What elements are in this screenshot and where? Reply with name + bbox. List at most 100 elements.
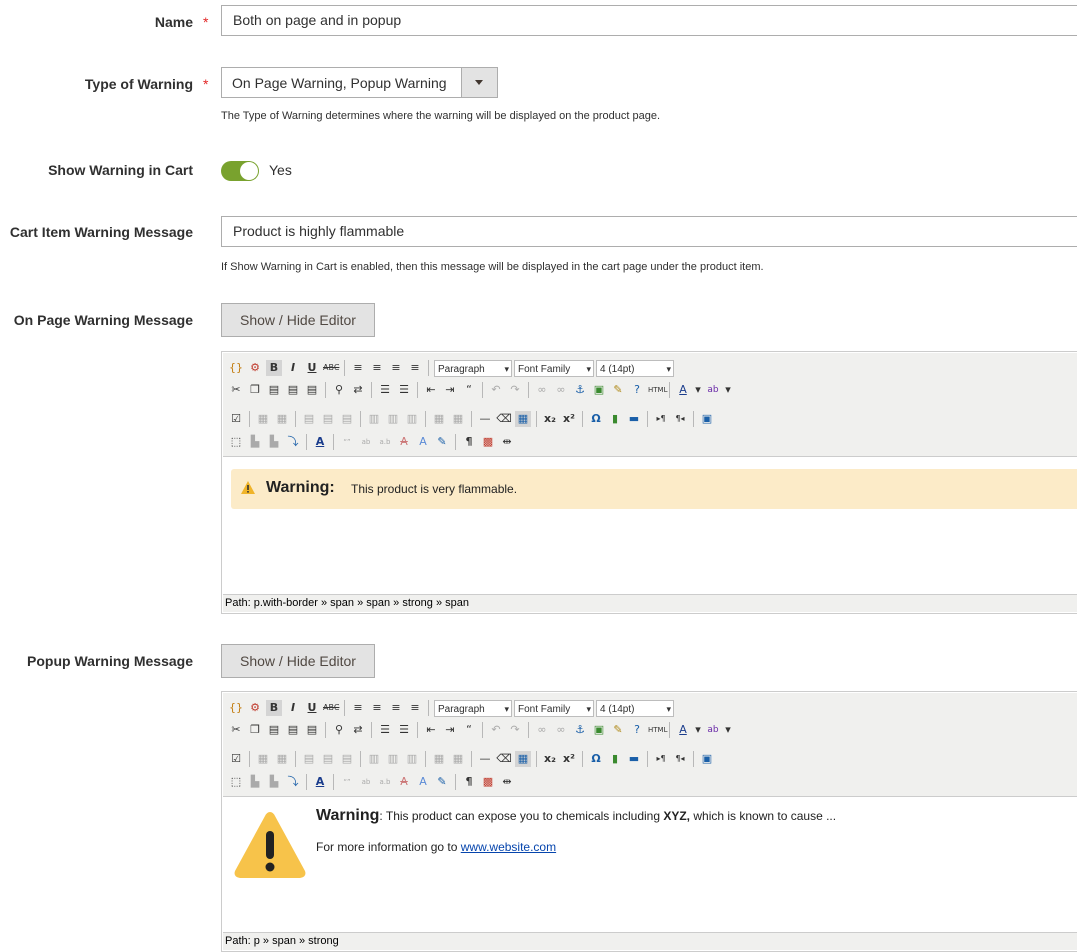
col-after-icon[interactable]: ▥ (385, 411, 401, 427)
font-size-select[interactable]: 4 (14pt) (596, 699, 674, 718)
pagebreak-icon[interactable]: ⇹ (499, 434, 515, 450)
table-icon[interactable]: ▦ (515, 411, 531, 427)
replace-icon[interactable]: ⇄ (350, 722, 366, 738)
pagebreak-icon[interactable]: ⇹ (499, 774, 515, 790)
copy-icon[interactable]: ❐ (247, 382, 263, 398)
show-blocks-icon[interactable]: ¶ (461, 774, 477, 790)
visual-aid-icon[interactable]: ☑ (228, 411, 244, 427)
copy-icon[interactable]: ❐ (247, 722, 263, 738)
show-blocks-icon[interactable]: ¶ (461, 434, 477, 450)
media-icon[interactable]: ▮ (607, 751, 623, 767)
bullet-list-icon[interactable]: ☰ (377, 382, 393, 398)
row-delete-icon[interactable]: ▤ (339, 411, 355, 427)
website-link[interactable]: www.website.com (461, 840, 556, 854)
font-family-select[interactable]: Font Family (514, 359, 594, 378)
template-icon[interactable]: ▩ (480, 774, 496, 790)
align-center-icon[interactable]: ≡ (369, 360, 385, 376)
horizontal-rule-icon[interactable]: — (477, 751, 493, 767)
split-cells-icon[interactable]: ▦ (450, 411, 466, 427)
outdent-icon[interactable]: ⇤ (423, 382, 439, 398)
subscript-icon[interactable]: x₂ (542, 751, 558, 767)
align-justify-icon[interactable]: ≡ (407, 700, 423, 716)
superscript-icon[interactable]: x² (561, 411, 577, 427)
paste-icon[interactable]: ▤ (266, 722, 282, 738)
widget-icon[interactable]: ⚙ (247, 700, 263, 716)
cite-icon[interactable]: “” (339, 774, 355, 790)
chevron-down-icon[interactable]: ▾ (724, 722, 732, 738)
cut-icon[interactable]: ✂ (228, 382, 244, 398)
ins-icon[interactable]: A (415, 774, 431, 790)
redo-icon[interactable]: ↷ (507, 722, 523, 738)
chevron-down-icon[interactable]: ▾ (694, 722, 702, 738)
cite-icon[interactable]: “” (339, 434, 355, 450)
fullscreen-icon[interactable]: ▣ (699, 751, 715, 767)
indent-icon[interactable]: ⇥ (442, 382, 458, 398)
row-insert-icon[interactable]: ▤ (301, 411, 317, 427)
anchor-icon[interactable]: ⚓ (572, 722, 588, 738)
col-after-icon[interactable]: ▥ (385, 751, 401, 767)
unlink-icon[interactable]: ∞ (553, 382, 569, 398)
media-icon[interactable]: ▮ (607, 411, 623, 427)
underline-icon[interactable]: U (304, 360, 320, 376)
italic-icon[interactable]: I (285, 700, 301, 716)
widget-icon[interactable]: ⚙ (247, 360, 263, 376)
find-icon[interactable]: ⚲ (331, 722, 347, 738)
bullet-list-icon[interactable]: ☰ (377, 722, 393, 738)
anchor-icon[interactable]: ⚓ (572, 382, 588, 398)
row-delete-icon[interactable]: ▤ (339, 751, 355, 767)
col-delete-icon[interactable]: ▥ (404, 411, 420, 427)
html-icon[interactable]: HTML (648, 382, 667, 398)
font-family-select[interactable]: Font Family (514, 699, 594, 718)
format-select[interactable]: Paragraph (434, 359, 512, 378)
template-icon[interactable]: ▩ (480, 434, 496, 450)
paste-icon[interactable]: ▤ (266, 382, 282, 398)
strikethrough-icon[interactable]: ABC (323, 700, 339, 716)
cart-msg-input[interactable]: Product is highly flammable (221, 216, 1077, 247)
align-justify-icon[interactable]: ≡ (407, 360, 423, 376)
insert-layer-icon[interactable]: ⬚ (228, 774, 244, 790)
bold-icon[interactable]: B (266, 360, 282, 376)
select-arrow-button[interactable] (461, 68, 497, 97)
numbered-list-icon[interactable]: ☰ (396, 722, 412, 738)
hr-icon[interactable]: ▬ (626, 411, 642, 427)
image-icon[interactable]: ▣ (591, 382, 607, 398)
format-select[interactable]: Paragraph (434, 699, 512, 718)
find-icon[interactable]: ⚲ (331, 382, 347, 398)
align-right-icon[interactable]: ≡ (388, 360, 404, 376)
paste-word-icon[interactable]: ▤ (304, 722, 320, 738)
table-icon[interactable]: ▦ (515, 751, 531, 767)
move-backward-icon[interactable]: ▙ (266, 434, 282, 450)
help-icon[interactable]: ? (629, 722, 645, 738)
type-select[interactable]: On Page Warning, Popup Warning (221, 67, 498, 98)
col-insert-icon[interactable]: ▥ (366, 411, 382, 427)
highlight-color-icon[interactable]: ab (705, 722, 721, 738)
subscript-icon[interactable]: x₂ (542, 411, 558, 427)
fullscreen-icon[interactable]: ▣ (699, 411, 715, 427)
name-input[interactable]: Both on page and in popup (221, 5, 1077, 36)
show-hide-editor-button[interactable]: Show / Hide Editor (221, 644, 375, 678)
abbr-icon[interactable]: ab (358, 774, 374, 790)
merge-cells-icon[interactable]: ▦ (431, 751, 447, 767)
remove-format-icon[interactable]: ⌫ (496, 411, 512, 427)
help-icon[interactable]: ? (629, 382, 645, 398)
show-hide-editor-button[interactable]: Show / Hide Editor (221, 303, 375, 337)
insert-layer-icon[interactable]: ⬚ (228, 434, 244, 450)
row-insert-icon[interactable]: ▤ (301, 751, 317, 767)
ltr-icon[interactable]: ▸¶ (653, 751, 669, 767)
del-icon[interactable]: A (396, 774, 412, 790)
horizontal-rule-icon[interactable]: — (477, 411, 493, 427)
link-icon[interactable]: ∞ (534, 722, 550, 738)
undo-icon[interactable]: ↶ (488, 382, 504, 398)
replace-icon[interactable]: ⇄ (350, 382, 366, 398)
paste-text-icon[interactable]: ▤ (285, 382, 301, 398)
text-color-icon[interactable]: A (675, 382, 691, 398)
rtl-icon[interactable]: ¶◂ (672, 411, 688, 427)
cleanup-icon[interactable]: ✎ (610, 382, 626, 398)
strikethrough-icon[interactable]: ABC (323, 360, 339, 376)
redo-icon[interactable]: ↷ (507, 382, 523, 398)
absolute-icon[interactable]: ⤵ (285, 774, 301, 790)
styleprops-icon[interactable]: A (312, 434, 328, 450)
blockquote-icon[interactable]: “ (461, 382, 477, 398)
rtl-icon[interactable]: ¶◂ (672, 751, 688, 767)
move-forward-icon[interactable]: ▙ (247, 774, 263, 790)
